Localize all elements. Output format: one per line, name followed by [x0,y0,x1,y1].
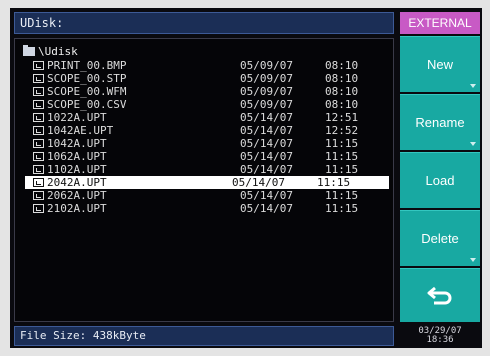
root-folder[interactable]: \Udisk [23,45,78,58]
file-icon [33,165,44,174]
file-row[interactable]: 1042AE.UPT 05/14/07 12:52 [33,124,389,137]
root-folder-label: \Udisk [38,45,78,58]
delete-button-label: Delete [421,231,459,246]
submenu-indicator-icon [470,142,476,146]
file-time: 08:10 [325,85,359,98]
file-icon [33,152,44,161]
file-time: 12:51 [325,111,359,124]
file-icon [33,87,44,96]
new-button[interactable]: New [400,36,480,92]
file-row[interactable]: SCOPE_00.WFM 05/09/07 08:10 [33,85,389,98]
file-time: 11:15 [325,202,359,215]
file-name: 1042AE.UPT [47,124,114,137]
file-row[interactable]: 2102A.UPT 05/14/07 11:15 [33,202,389,215]
file-date: 05/09/07 [240,98,293,111]
file-name: 2062A.UPT [47,189,107,202]
file-icon [33,139,44,148]
clock-time: 18:36 [426,335,454,345]
file-size-status: File Size: 438kByte [14,326,394,346]
file-name: 2042A.UPT [47,176,107,189]
file-row[interactable]: 1022A.UPT 05/14/07 12:51 [33,111,389,124]
submenu-indicator-icon [470,258,476,262]
file-name: 2102A.UPT [47,202,107,215]
load-button-label: Load [425,173,455,188]
file-time: 11:15 [325,137,359,150]
file-name: 1022A.UPT [47,111,107,124]
file-date: 05/14/07 [240,124,293,137]
file-date: 05/09/07 [240,85,293,98]
file-time: 11:15 [317,176,351,189]
file-time: 08:10 [325,59,359,72]
file-date: 05/14/07 [240,137,293,150]
rename-button-label: Rename [415,115,465,130]
file-date: 05/14/07 [232,176,285,189]
file-date: 05/14/07 [240,189,293,202]
file-icon [33,191,44,200]
load-button[interactable]: Load [400,152,480,208]
folder-icon [23,45,35,56]
file-icon [33,126,44,135]
rename-button[interactable]: Rename [400,94,480,150]
file-date: 05/14/07 [240,111,293,124]
file-icon [33,204,44,213]
file-date: 05/09/07 [240,72,293,85]
file-row[interactable]: SCOPE_00.CSV 05/09/07 08:10 [33,98,389,111]
file-date: 05/09/07 [240,59,293,72]
submenu-indicator-icon [470,84,476,88]
file-icon [33,113,44,122]
file-name: 1062A.UPT [47,150,107,163]
file-name: PRINT_00.BMP [47,59,127,72]
file-time: 08:10 [325,98,359,111]
file-time: 12:52 [325,124,359,137]
file-name: SCOPE_00.STP [47,72,127,85]
clock: 03/29/07 18:36 [400,326,480,346]
file-icon [33,61,44,70]
file-time: 08:10 [325,72,359,85]
file-time: 11:15 [325,163,359,176]
file-row-selected[interactable]: 2042A.UPT 05/14/07 11:15 [25,176,389,189]
file-icon [33,100,44,109]
file-date: 05/14/07 [240,202,293,215]
file-name: SCOPE_00.CSV [47,98,127,111]
file-icon [33,74,44,83]
path-header: UDisk: [14,12,394,34]
file-row[interactable]: 1102A.UPT 05/14/07 11:15 [33,163,389,176]
file-icon [33,178,44,187]
menu-title: EXTERNAL [400,12,480,34]
file-date: 05/14/07 [240,163,293,176]
file-name: 1102A.UPT [47,163,107,176]
file-time: 11:15 [325,189,359,202]
file-row[interactable]: PRINT_00.BMP 05/09/07 08:10 [33,59,389,72]
file-row[interactable]: 2062A.UPT 05/14/07 11:15 [33,189,389,202]
return-arrow-icon [427,286,452,304]
file-row[interactable]: 1062A.UPT 05/14/07 11:15 [33,150,389,163]
new-button-label: New [426,57,453,72]
file-name: SCOPE_00.WFM [47,85,127,98]
file-date: 05/14/07 [240,150,293,163]
file-list[interactable]: \Udisk PRINT_00.BMP 05/09/07 08:10 SCOPE… [14,38,394,322]
file-row[interactable]: SCOPE_00.STP 05/09/07 08:10 [33,72,389,85]
back-button[interactable] [400,268,480,322]
file-time: 11:15 [325,150,359,163]
oscilloscope-screen: UDisk: \Udisk PRINT_00.BMP 05/09/07 08:1… [10,8,482,348]
delete-button[interactable]: Delete [400,210,480,266]
file-row[interactable]: 1042A.UPT 05/14/07 11:15 [33,137,389,150]
file-name: 1042A.UPT [47,137,107,150]
